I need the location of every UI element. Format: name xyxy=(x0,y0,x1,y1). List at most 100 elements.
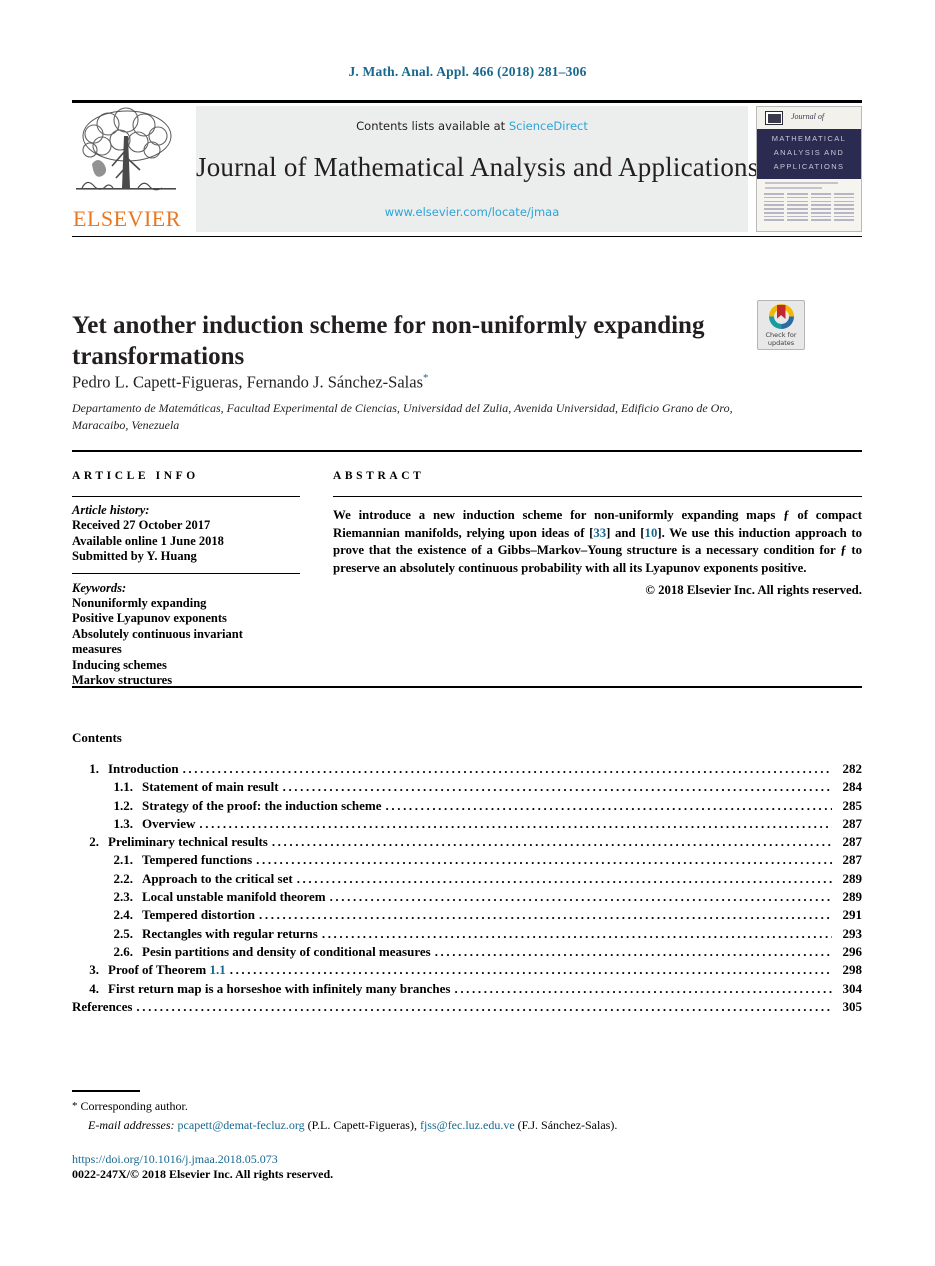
cover-title-line1: MATHEMATICAL xyxy=(771,134,847,143)
email-addresses-note: E-mail addresses: pcapett@demat-fecluz.o… xyxy=(88,1117,862,1134)
toc-dot-leader: ........................................… xyxy=(296,870,832,886)
affiliation: Departamento de Matemáticas, Facultad Ex… xyxy=(72,401,733,432)
toc-page-number: 289 xyxy=(842,870,863,886)
toc-dot-leader: ........................................… xyxy=(136,998,832,1014)
toc-row[interactable]: References..............................… xyxy=(72,998,862,1016)
toc-label[interactable]: Strategy of the proof: the induction sch… xyxy=(142,797,382,815)
toc-number: 2.4. xyxy=(113,907,134,923)
toc-page-number: 296 xyxy=(842,943,863,959)
cover-title-line3: APPLICATIONS xyxy=(773,162,845,171)
toc-dot-leader: ........................................… xyxy=(454,980,832,996)
email-link-1[interactable]: pcapett@demat-fecluz.org xyxy=(178,1118,305,1132)
toc-label[interactable]: Statement of main result xyxy=(142,778,279,796)
toc-row[interactable]: 1.2. Strategy of the proof: the induction… xyxy=(72,797,863,815)
toc-number: 1.1. xyxy=(113,779,134,795)
masthead-center: Contents lists available at ScienceDirec… xyxy=(196,106,759,232)
toc-dot-leader: ........................................… xyxy=(282,779,832,795)
toc-label[interactable]: References xyxy=(72,998,132,1016)
email-label: E-mail addresses: xyxy=(88,1118,175,1132)
cover-title-band: MATHEMATICAL ANALYSIS AND APPLICATIONS xyxy=(757,129,861,179)
badge-label-line2: updates xyxy=(767,339,795,347)
toc-number: 1.3. xyxy=(113,815,134,831)
toc-row[interactable]: 1.1. Statement of main result............… xyxy=(72,778,863,796)
cover-elsevier-icon xyxy=(765,111,783,125)
toc-label[interactable]: Tempered functions xyxy=(142,851,252,869)
issn-copyright-line: 0022-247X/© 2018 Elsevier Inc. All right… xyxy=(72,1167,334,1181)
abstract-reference-10[interactable]: 10 xyxy=(645,526,658,540)
toc-number: 2. xyxy=(89,834,99,850)
keyword-item: Positive Lyapunov exponents xyxy=(72,611,227,626)
abstract-bottom-rule xyxy=(72,686,862,688)
masthead: ELSEVIER Contents lists available at Sci… xyxy=(72,101,862,235)
toc-page-number: 289 xyxy=(842,889,863,905)
running-head: J. Math. Anal. Appl. 466 (2018) 281–306 xyxy=(348,64,587,79)
toc-dot-leader: ........................................… xyxy=(385,797,832,813)
toc-page-number: 291 xyxy=(842,907,863,923)
toc-label[interactable]: Rectangles with regular returns xyxy=(142,925,318,943)
journal-url[interactable]: www.elsevier.com/locate/jmaa xyxy=(196,205,748,219)
article-info-heading: ARTICLE INFO xyxy=(72,470,199,482)
toc-label[interactable]: Preliminary technical results xyxy=(108,833,268,851)
toc-page-number: 284 xyxy=(842,779,863,795)
toc-page-number: 287 xyxy=(842,834,863,850)
toc-label[interactable]: First return map is a horseshoe with inf… xyxy=(108,980,450,998)
toc-row[interactable]: 2.6. Pesin partitions and density of cond… xyxy=(72,943,863,961)
email-owner-2: (F.J. Sánchez-Salas). xyxy=(517,1118,618,1132)
toc-row[interactable]: 2.1. Tempered functions..................… xyxy=(72,851,863,869)
keyword-item: Inducing schemes xyxy=(72,657,167,672)
toc-theorem-link[interactable]: 1.1 xyxy=(209,962,225,977)
corresponding-author-text: Corresponding author. xyxy=(80,1099,188,1113)
footnote-star: * xyxy=(72,1100,78,1112)
crossmark-check-for-updates-badge[interactable]: Check for updates xyxy=(757,300,805,350)
masthead-bottom-rule xyxy=(72,236,862,238)
abstract-text: We introduce a new induction scheme for … xyxy=(333,507,862,577)
toc-label[interactable]: Introduction xyxy=(108,760,179,778)
cover-contents-area xyxy=(757,179,861,231)
article-history-item: Submitted by Y. Huang xyxy=(72,549,197,564)
toc-number: 2.2. xyxy=(113,870,134,886)
toc-dot-leader: ........................................… xyxy=(271,834,832,850)
toc-row[interactable]: 3. Proof of Theorem 1.1..................… xyxy=(72,961,862,979)
footnote-rule xyxy=(72,1090,140,1092)
email-link-2[interactable]: fjss@fec.luz.edu.ve xyxy=(420,1118,515,1132)
article-info-column: ARTICLE INFO Article history: Received 2… xyxy=(72,470,300,689)
journal-title: Journal of Mathematical Analysis and App… xyxy=(196,152,759,182)
toc-page-number: 287 xyxy=(842,815,863,831)
elsevier-wordmark: ELSEVIER xyxy=(73,206,181,231)
article-history-heading: Article history: xyxy=(72,503,150,518)
cover-journal-of: Journal of xyxy=(791,112,825,121)
toc-row[interactable]: 2.3. Local unstable manifold theorem.....… xyxy=(72,888,863,906)
toc-number: 2.6. xyxy=(113,943,134,959)
toc-label[interactable]: Pesin partitions and density of conditio… xyxy=(142,943,431,961)
toc-label[interactable]: Overview xyxy=(142,815,195,833)
toc-label[interactable]: Local unstable manifold theorem xyxy=(142,888,326,906)
toc-row[interactable]: 4. First return map is a horseshoe with i… xyxy=(72,980,862,998)
toc-label[interactable]: Proof of Theorem 1.1 xyxy=(108,961,226,979)
toc-number: 4. xyxy=(89,980,99,996)
abstract-copyright: © 2018 Elsevier Inc. All rights reserved… xyxy=(645,583,862,598)
toc-label[interactable]: Tempered distortion xyxy=(142,906,255,924)
toc-row[interactable]: 2. Preliminary technical results.........… xyxy=(72,833,862,851)
toc-row[interactable]: 2.4. Tempered distortion.................… xyxy=(72,906,863,924)
toc-row[interactable]: 2.5. Rectangles with regular returns.....… xyxy=(72,925,863,943)
abstract-column: ABSTRACT We introduce a new induction sc… xyxy=(333,470,862,598)
toc-row[interactable]: 1.3. Overview............................… xyxy=(72,815,863,833)
keywords-heading: Keywords: xyxy=(72,580,127,595)
footnote-block: * Corresponding author. E-mail addresses… xyxy=(72,1098,862,1134)
abstract-reference-33[interactable]: 33 xyxy=(593,526,606,540)
toc-label[interactable]: Approach to the critical set xyxy=(142,870,293,888)
author-list: Pedro L. Capett-Figueras, Fernando J. Sá… xyxy=(72,372,772,393)
toc-row[interactable]: 1. Introduction..........................… xyxy=(72,760,862,778)
cover-topbar: Journal of xyxy=(757,107,861,129)
toc-dot-leader: ........................................… xyxy=(229,962,832,978)
contents-available-prefix: Contents lists available at xyxy=(356,119,509,133)
doi-link[interactable]: https://doi.org/10.1016/j.jmaa.2018.05.0… xyxy=(72,1152,278,1167)
toc-row[interactable]: 2.2. Approach to the critical set........… xyxy=(72,870,863,888)
toc-page-number: 293 xyxy=(842,925,863,941)
sciencedirect-link[interactable]: ScienceDirect xyxy=(509,119,588,133)
page-title: Yet another induction scheme for non-uni… xyxy=(72,311,705,370)
keywords-rule xyxy=(72,572,300,574)
corresponding-author-note: * Corresponding author. xyxy=(72,1098,862,1115)
toc-number: 1. xyxy=(89,761,99,776)
corresponding-author-marker: * xyxy=(423,372,429,384)
